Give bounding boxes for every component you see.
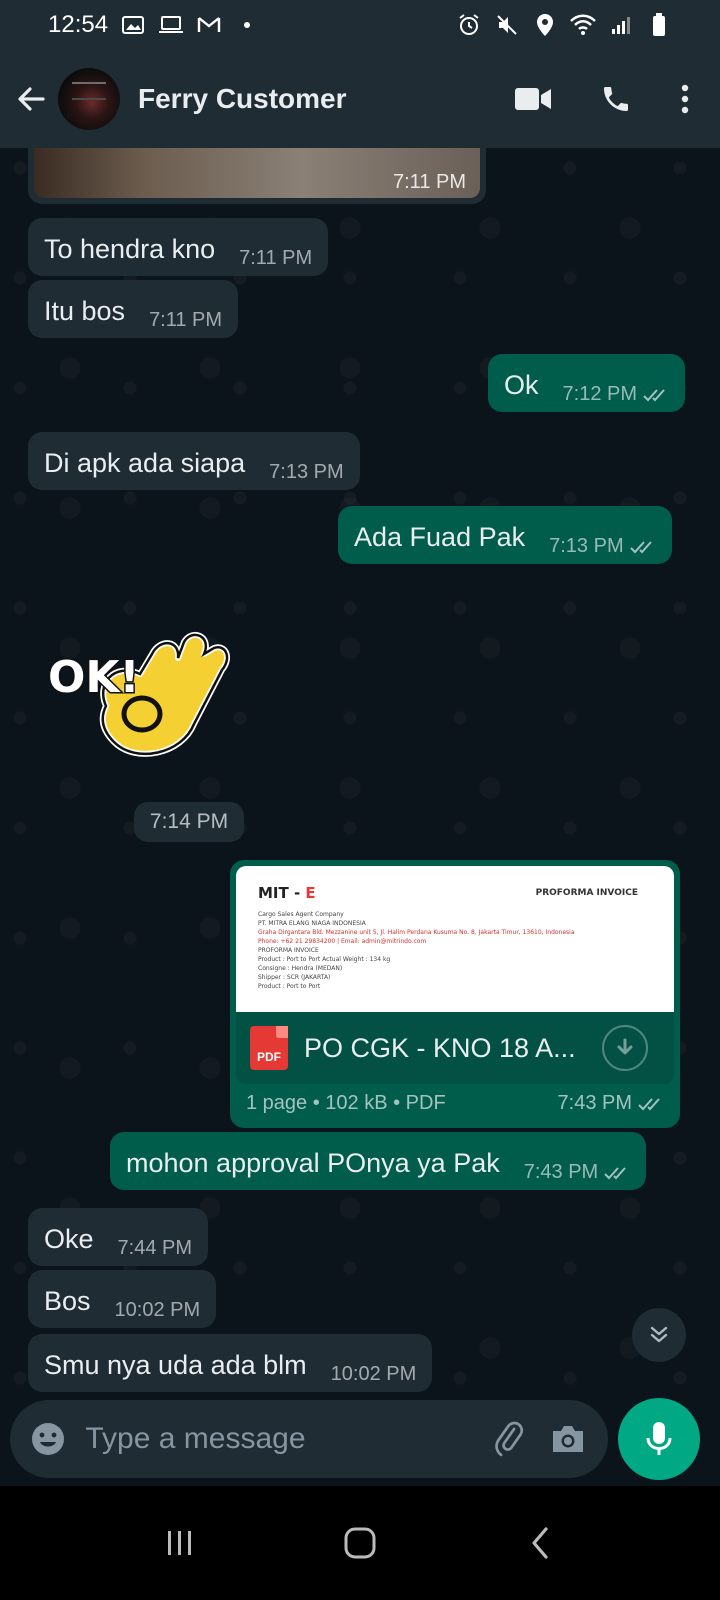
system-nav-bar <box>0 1486 720 1600</box>
home-icon[interactable] <box>330 1513 390 1573</box>
message-meta: 7:43 PM <box>524 1161 630 1190</box>
message-composer <box>10 1400 608 1478</box>
message-time: 7:11 PM <box>393 171 466 193</box>
preview-line: Consigne : Hendra (MEDAN) <box>258 965 343 972</box>
preview-line: PROFORMA INVOICE <box>258 947 319 954</box>
outgoing-message[interactable]: mohon approval POnya ya Pak 7:43 PM <box>110 1132 647 1190</box>
outgoing-message[interactable]: Ok 7:12 PM <box>488 354 685 412</box>
message-time: 10:02 PM <box>330 1363 417 1385</box>
contact-name[interactable]: Ferry Customer <box>138 83 347 115</box>
preview-line: Product : Port to Port Actual Weight : 1… <box>258 956 391 963</box>
preview-line: Cargo Sales Agent Company <box>258 911 344 918</box>
message-time: 10:02 PM <box>114 1299 201 1321</box>
wifi-icon <box>570 14 596 36</box>
message-time: 7:12 PM <box>562 383 637 405</box>
preview-line: Phone: +62 21 29834200 | Email: admin@mi… <box>258 938 427 945</box>
incoming-message[interactable]: Di apk ada siapa 7:13 PM <box>28 432 360 490</box>
download-icon[interactable] <box>602 1025 648 1071</box>
message-input[interactable] <box>85 1422 472 1456</box>
preview-line: Shipper : SCR (JAKARTA) <box>258 974 331 981</box>
message-meta: 7:12 PM <box>563 383 669 412</box>
sticker-time: 7:14 PM <box>134 802 244 842</box>
status-bar-left: 12:54 <box>48 11 260 39</box>
contact-avatar[interactable] <box>58 68 120 130</box>
incoming-message[interactable]: Smu nya uda ada blm 10:02 PM <box>28 1334 433 1392</box>
message-text: Smu nya uda ada blm <box>44 1350 307 1380</box>
alarm-icon <box>456 14 482 36</box>
signal-icon <box>608 14 634 36</box>
status-time: 12:54 <box>48 11 109 38</box>
incoming-message[interactable]: Bos 10:02 PM <box>28 1270 217 1328</box>
message-text: Di apk ada siapa <box>44 448 246 478</box>
message-text: To hendra kno <box>44 234 216 264</box>
back-icon[interactable] <box>510 1513 570 1573</box>
back-arrow-icon[interactable] <box>12 79 52 119</box>
incoming-message[interactable]: Itu bos 7:11 PM <box>28 280 239 338</box>
message-time: 7:13 PM <box>269 461 344 483</box>
message-text: Ok <box>504 370 539 400</box>
message-time: 7:11 PM <box>239 247 313 269</box>
chat-area[interactable]: 7:11 PM To hendra kno 7:11 PM Itu bos 7:… <box>0 148 720 1420</box>
message-time: 7:43 PM <box>523 1161 599 1183</box>
status-bar: 12:54 <box>0 0 720 50</box>
message-text: mohon approval POnya ya Pak <box>126 1148 500 1178</box>
message-text: Ada Fuad Pak <box>354 522 526 552</box>
document-message[interactable]: MIT - E PROFORMA INVOICE Cargo Sales Age… <box>230 860 680 1128</box>
location-icon <box>532 14 558 36</box>
pdf-file-icon: PDF <box>250 1026 288 1070</box>
document-preview[interactable]: MIT - E PROFORMA INVOICE Cargo Sales Age… <box>236 866 674 1012</box>
message-time: 7:43 PM <box>557 1092 632 1114</box>
dot-icon <box>234 14 260 36</box>
message-meta: 7:13 PM <box>549 535 655 564</box>
video-call-icon[interactable] <box>514 86 552 112</box>
double-check-icon <box>638 1096 664 1112</box>
chat-header: Ferry Customer <box>0 50 720 148</box>
scroll-to-bottom-button[interactable] <box>632 1308 686 1362</box>
message-text: Bos <box>44 1286 91 1316</box>
double-check-icon <box>629 539 656 555</box>
double-check-icon <box>643 387 669 403</box>
voice-call-icon[interactable] <box>600 83 632 115</box>
document-meta: 1 page • 102 kB • PDF 7:43 PM <box>236 1084 674 1115</box>
message-meta: 7:43 PM <box>558 1092 664 1115</box>
message-time: 7:11 PM <box>149 309 223 331</box>
preview-line: Product : Port to Port <box>258 983 321 990</box>
double-check-icon <box>604 1165 630 1181</box>
ok-sticker[interactable]: OK! <box>44 614 234 774</box>
message-time: 7:44 PM <box>117 1237 193 1259</box>
recent-apps-icon[interactable] <box>150 1513 210 1573</box>
preview-line: PT. MITRA ELANG NIAGA INDONESIA <box>258 920 366 927</box>
preview-title: PROFORMA INVOICE <box>535 888 638 898</box>
outgoing-message[interactable]: Ada Fuad Pak 7:13 PM <box>338 506 672 564</box>
document-file-row[interactable]: PDF PO CGK - KNO 18 A... <box>236 1012 674 1084</box>
message-text: Itu bos <box>44 296 126 326</box>
incoming-message[interactable]: To hendra kno 7:11 PM <box>28 218 329 276</box>
gallery-icon <box>120 14 146 36</box>
gmail-icon <box>196 14 222 36</box>
emoji-icon[interactable] <box>28 1419 67 1459</box>
more-options-icon[interactable] <box>680 84 690 114</box>
battery-icon <box>646 13 672 36</box>
mic-button[interactable] <box>618 1398 700 1480</box>
camera-icon[interactable] <box>547 1417 590 1461</box>
status-bar-right <box>456 13 672 36</box>
message-text: Oke <box>44 1224 94 1254</box>
attach-icon[interactable] <box>487 1417 530 1461</box>
document-details: 1 page • 102 kB • PDF <box>246 1092 446 1114</box>
header-actions <box>514 50 690 148</box>
image-message[interactable]: 7:11 PM <box>28 148 486 204</box>
preview-line: Graha Dirgantara Bld. Mezzanine unit 5, … <box>258 929 575 936</box>
mic-icon <box>646 1422 672 1455</box>
laptop-icon <box>158 14 184 36</box>
double-chevron-down-icon <box>650 1326 668 1343</box>
mute-icon <box>494 14 520 36</box>
document-name[interactable]: PO CGK - KNO 18 A... <box>304 1033 602 1064</box>
sticker-text: OK! <box>48 652 140 703</box>
incoming-message[interactable]: Oke 7:44 PM <box>28 1208 209 1266</box>
message-time: 7:13 PM <box>549 535 624 557</box>
pdf-label: PDF <box>257 1050 281 1064</box>
